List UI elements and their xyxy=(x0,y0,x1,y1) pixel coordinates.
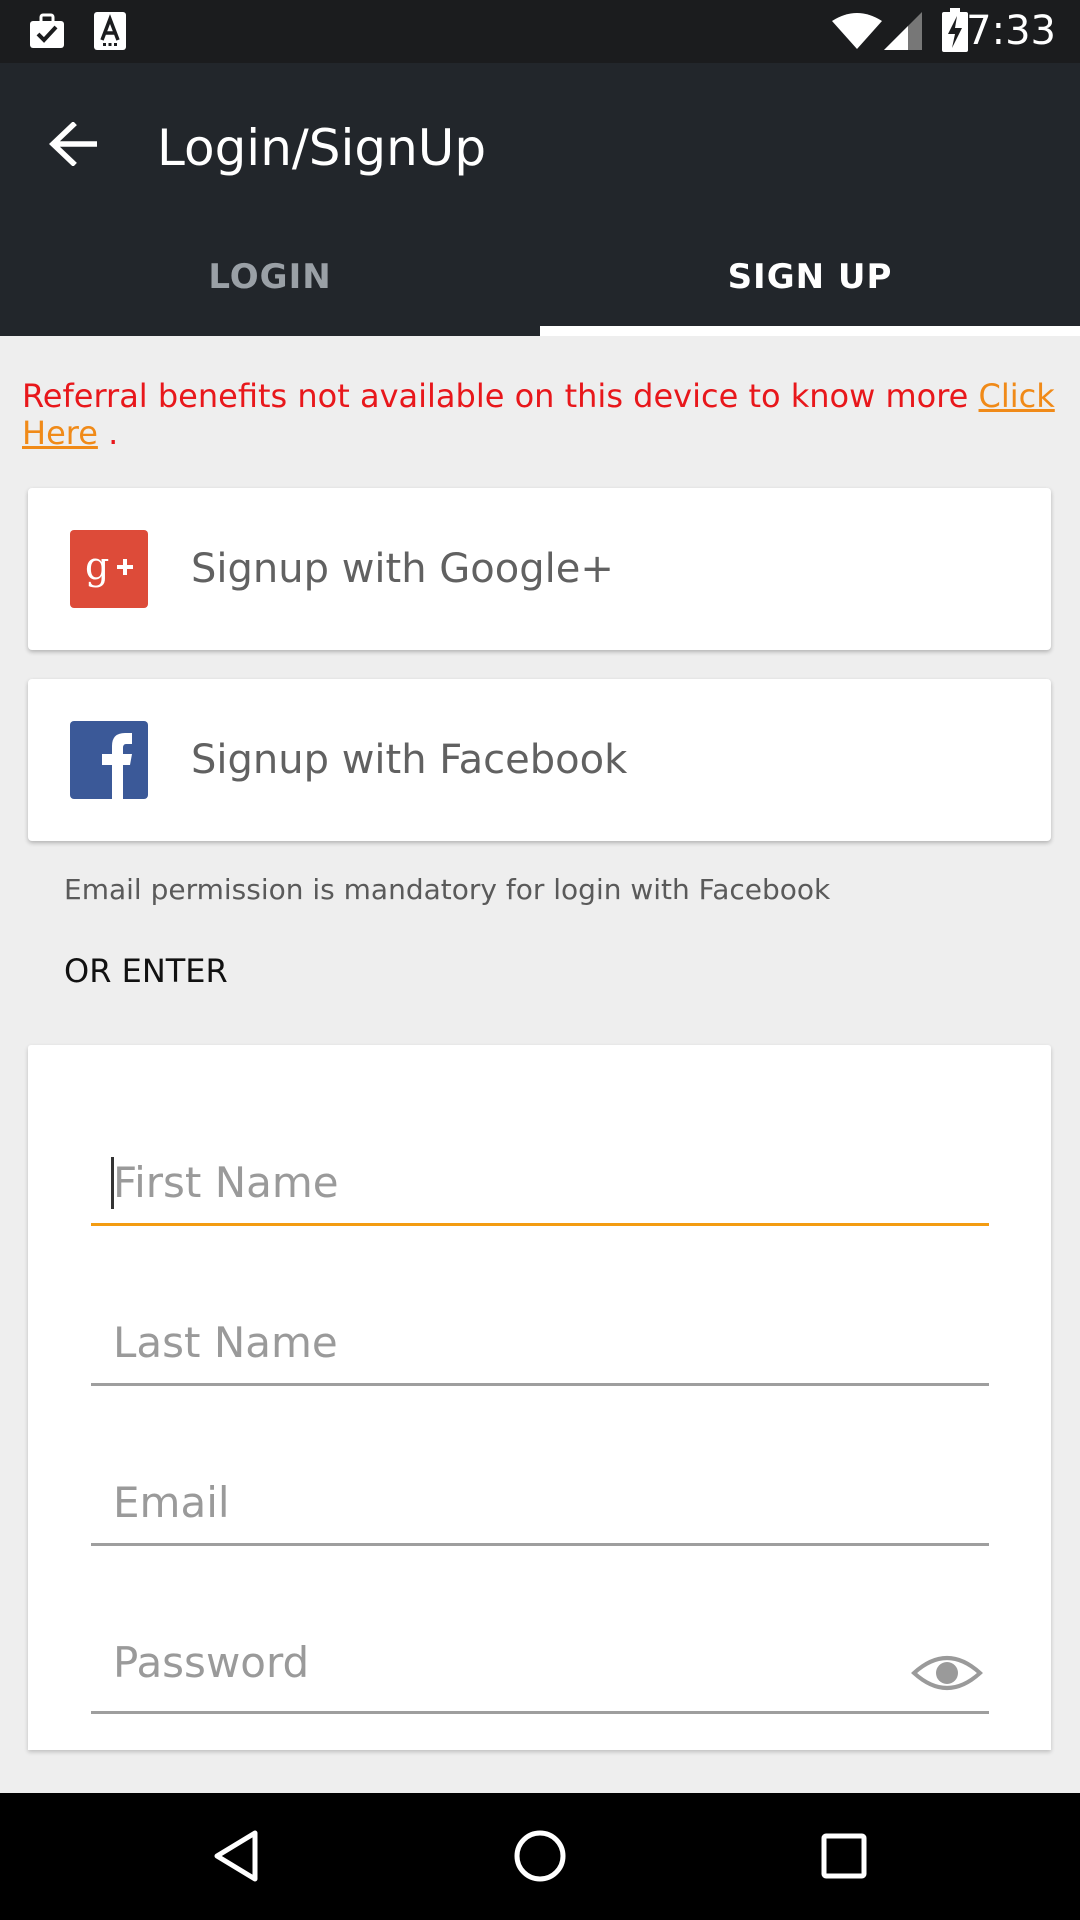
tab-sign-up[interactable]: SIGN UP xyxy=(540,218,1080,336)
google-plus-icon: g xyxy=(70,530,148,608)
email-input[interactable] xyxy=(91,1463,993,1541)
battery-charging-icon xyxy=(942,8,968,56)
referral-text: Referral benefits not available on this … xyxy=(22,377,979,415)
screen: 7:33 Login/SignUp LOGIN SIGN UP Referral… xyxy=(0,0,1080,1920)
nav-recents-button[interactable] xyxy=(799,1813,889,1903)
back-triangle-icon xyxy=(211,1829,261,1887)
svg-text:g: g xyxy=(85,544,109,588)
last-name-field[interactable] xyxy=(91,1303,993,1386)
cell-signal-icon xyxy=(884,12,922,54)
back-button[interactable] xyxy=(30,103,116,189)
tab-login[interactable]: LOGIN xyxy=(0,218,540,336)
signup-google-label: Signup with Google+ xyxy=(191,546,614,592)
recents-square-icon xyxy=(819,1831,869,1885)
wifi-icon xyxy=(832,12,882,54)
tab-bar: LOGIN SIGN UP xyxy=(0,218,1080,336)
eye-icon xyxy=(911,1651,983,1699)
system-nav-bar xyxy=(0,1793,1080,1920)
page-title: Login/SignUp xyxy=(157,119,487,177)
nav-home-button[interactable] xyxy=(495,1813,585,1903)
signup-facebook-label: Signup with Facebook xyxy=(191,737,628,783)
status-time: 7:33 xyxy=(966,8,1056,54)
email-field[interactable] xyxy=(91,1463,993,1546)
signup-form xyxy=(28,1045,1051,1750)
show-password-button[interactable] xyxy=(905,1643,989,1707)
last-name-input[interactable] xyxy=(91,1303,993,1381)
password-input[interactable] xyxy=(91,1623,993,1701)
referral-message: Referral benefits not available on this … xyxy=(22,378,1062,452)
click-here-link-part-1: Click xyxy=(978,377,1055,415)
briefcase-check-icon xyxy=(28,12,66,54)
home-circle-icon xyxy=(513,1829,567,1887)
signup-google-button[interactable]: g Signup with Google+ xyxy=(28,488,1051,650)
first-name-input[interactable] xyxy=(91,1143,993,1221)
or-enter-heading: OR ENTER xyxy=(64,952,228,990)
signup-facebook-button[interactable]: Signup with Facebook xyxy=(28,679,1051,841)
first-name-field[interactable] xyxy=(91,1143,993,1226)
app-bar: Login/SignUp LOGIN SIGN UP xyxy=(0,63,1080,336)
text-cursor xyxy=(111,1157,114,1209)
arrow-left-icon xyxy=(49,121,98,170)
nav-back-button[interactable] xyxy=(191,1813,281,1903)
click-here-link-part-2: Here xyxy=(22,414,98,452)
password-field[interactable] xyxy=(91,1623,993,1714)
facebook-permission-note: Email permission is mandatory for login … xyxy=(64,873,831,906)
status-bar: 7:33 xyxy=(0,0,1080,63)
facebook-icon xyxy=(70,721,148,799)
referral-suffix: . xyxy=(97,414,119,452)
font-a-icon xyxy=(94,12,126,54)
